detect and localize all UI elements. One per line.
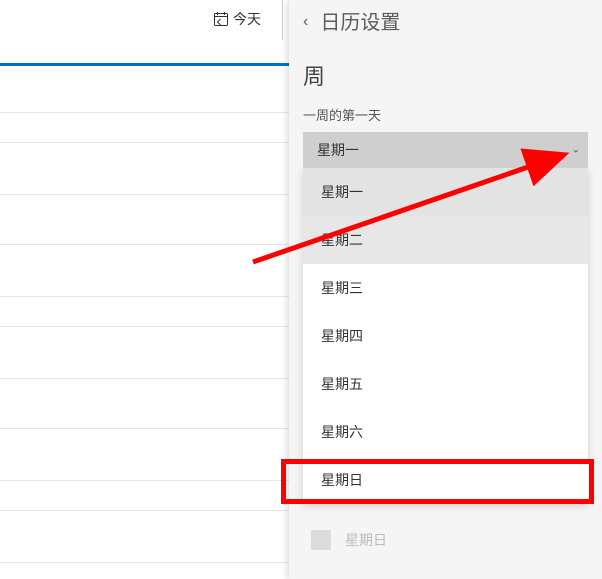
first-day-dropdown[interactable]: 星期一 ⌄ 星期一 星期二 星期三 星期四 星期五 星期六 星期日	[303, 132, 588, 504]
today-label: 今天	[233, 9, 261, 29]
sunday-checkbox[interactable]	[311, 530, 331, 550]
selected-day-indicator	[0, 63, 290, 66]
calendar-today-icon	[213, 11, 229, 27]
dropdown-item-monday[interactable]: 星期一	[303, 168, 588, 216]
dropdown-item-tuesday[interactable]: 星期二	[303, 216, 588, 264]
divider	[282, 0, 283, 40]
today-button[interactable]: 今天	[205, 3, 269, 35]
first-day-label: 一周的第一天	[303, 105, 588, 124]
calendar-area: 今天	[0, 0, 290, 579]
dropdown-list: 星期一 星期二 星期三 星期四 星期五 星期六 星期日	[303, 168, 588, 504]
week-section: 周 一周的第一天 星期一 ⌄ 星期一 星期二 星期三 星期四 星期五 星期六 星…	[289, 49, 602, 566]
calendar-settings-panel: ‹ 日历设置 周 一周的第一天 星期一 ⌄ 星期一 星期二 星期三 星期四 星期…	[289, 0, 602, 579]
dropdown-item-thursday[interactable]: 星期四	[303, 312, 588, 360]
chevron-down-icon: ⌄	[572, 145, 580, 156]
dropdown-item-wednesday[interactable]: 星期三	[303, 264, 588, 312]
panel-header: ‹ 日历设置	[289, 0, 602, 49]
sunday-checkbox-row: 星期日	[303, 514, 588, 566]
dropdown-item-sunday[interactable]: 星期日	[303, 456, 588, 504]
dropdown-item-friday[interactable]: 星期五	[303, 360, 588, 408]
dropdown-item-saturday[interactable]: 星期六	[303, 408, 588, 456]
panel-title: 日历设置	[320, 6, 400, 35]
section-heading: 周	[303, 59, 588, 91]
back-chevron-icon[interactable]: ‹	[303, 11, 308, 31]
sunday-checkbox-label: 星期日	[345, 530, 387, 550]
dropdown-selected[interactable]: 星期一 ⌄	[303, 132, 588, 168]
dropdown-selected-text: 星期一	[317, 142, 359, 158]
